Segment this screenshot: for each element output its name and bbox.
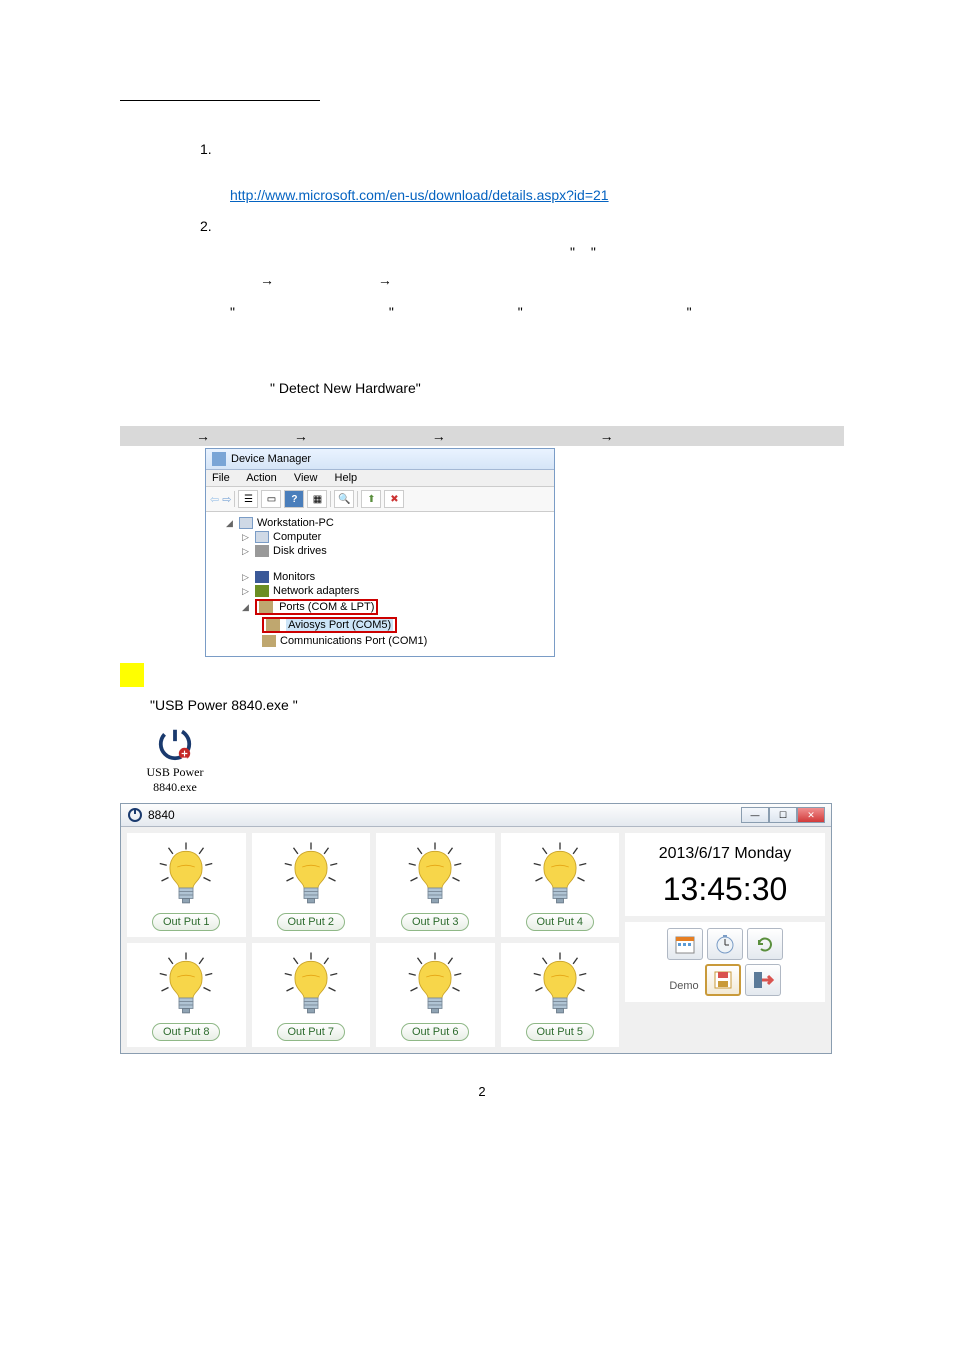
quote-mark: " (518, 304, 523, 320)
app-title-text: 8840 (148, 808, 175, 822)
output-1-button[interactable]: Out Put 1 (152, 913, 220, 931)
tree-communications-port[interactable]: Communications Port (COM1) (214, 634, 546, 648)
output-1: Out Put 1 (127, 833, 246, 937)
bulb-icon (525, 839, 595, 909)
microsoft-download-link[interactable]: http://www.microsoft.com/en-us/download/… (230, 187, 609, 203)
quote-mark: " (389, 304, 394, 320)
output-8-button[interactable]: Out Put 8 (152, 1023, 220, 1041)
disk-icon (255, 545, 269, 557)
output-5-button[interactable]: Out Put 5 (526, 1023, 594, 1041)
output-3: Out Put 3 (376, 833, 495, 937)
tree-disk-drives[interactable]: ▷ Disk drives (214, 544, 546, 558)
bulb-icon (276, 949, 346, 1019)
toolbar-properties-icon[interactable]: ▭ (261, 490, 281, 508)
port-icon (262, 635, 276, 647)
page-number: 2 (120, 1084, 844, 1099)
device-manager-title-text: Device Manager (231, 453, 311, 465)
list-number: 1. (200, 141, 230, 157)
date-display: 2013/6/17 Monday (631, 845, 819, 863)
output-2: Out Put 2 (252, 833, 371, 937)
refresh-button[interactable] (747, 928, 783, 960)
window-maximize-button[interactable]: ☐ (769, 807, 797, 823)
bulb-icon (400, 839, 470, 909)
toolbar-help-icon[interactable]: ? (284, 490, 304, 508)
breadcrumb-path: → → → → (120, 426, 844, 446)
quote-marks: " " (570, 244, 844, 260)
tree-monitors[interactable]: ▷ Monitors (214, 570, 546, 584)
computer-icon (239, 517, 253, 529)
output-7: Out Put 7 (252, 943, 371, 1047)
quote-mark: " (230, 304, 235, 320)
output-4-button[interactable]: Out Put 4 (526, 913, 594, 931)
bulb-icon (525, 949, 595, 1019)
bulb-icon (276, 839, 346, 909)
quote-mark: " (687, 304, 692, 320)
app-8840-window: 8840 — ☐ ✕ Out Put 1 (120, 803, 832, 1054)
output-6-button[interactable]: Out Put 6 (401, 1023, 469, 1041)
toolbar-update-icon[interactable]: ⬆ (361, 490, 381, 508)
toolbar-scan-icon[interactable]: ▦ (307, 490, 327, 508)
tree-aviosys-port[interactable]: Aviosys Port (COM5) (214, 616, 546, 634)
tree-computer[interactable]: ▷ Computer (214, 530, 546, 544)
port-icon (266, 619, 280, 631)
window-minimize-button[interactable]: — (741, 807, 769, 823)
save-button[interactable] (705, 964, 741, 996)
menu-help[interactable]: Help (335, 472, 358, 484)
exe-icon-label: USB Power 8840.exe (135, 765, 215, 795)
device-manager-window: Device Manager File Action View Help ⇦ ⇨… (205, 448, 555, 657)
time-display: 13:45:30 (631, 871, 819, 908)
output-5: Out Put 5 (501, 943, 620, 1047)
tree-root[interactable]: ◢ Workstation-PC (214, 516, 546, 530)
calendar-button[interactable] (667, 928, 703, 960)
window-close-button[interactable]: ✕ (797, 807, 825, 823)
output-2-button[interactable]: Out Put 2 (277, 913, 345, 931)
output-8: Out Put 8 (127, 943, 246, 1047)
output-4: Out Put 4 (501, 833, 620, 937)
output-6: Out Put 6 (376, 943, 495, 1047)
toolbar-forward-icon[interactable]: ⇨ (222, 493, 231, 506)
bulb-icon (400, 949, 470, 1019)
tree-network-adapters[interactable]: ▷ Network adapters (214, 584, 546, 598)
timer-button[interactable] (707, 928, 743, 960)
output-7-button[interactable]: Out Put 7 (277, 1023, 345, 1041)
app-icon (127, 807, 143, 823)
device-manager-titlebar: Device Manager (206, 449, 554, 470)
menu-file[interactable]: File (212, 472, 230, 484)
bulb-icon (151, 949, 221, 1019)
arrow-icon: → (260, 272, 274, 288)
toolbar-back-icon[interactable]: ⇦ (210, 493, 219, 506)
detect-new-hardware-text: " Detect New Hardware" (270, 380, 844, 396)
monitor-icon (255, 571, 269, 583)
demo-label: Demo (669, 980, 698, 996)
menu-action[interactable]: Action (246, 472, 277, 484)
toolbar-tree-icon[interactable]: ☰ (238, 490, 258, 508)
exe-file-label: "USB Power 8840.exe " (150, 697, 844, 713)
app-titlebar: 8840 — ☐ ✕ (121, 804, 831, 827)
output-3-button[interactable]: Out Put 3 (401, 913, 469, 931)
bulb-icon (151, 839, 221, 909)
exit-button[interactable] (745, 964, 781, 996)
computer-icon (255, 531, 269, 543)
usb-power-exe-icon[interactable]: USB Power 8840.exe (135, 725, 215, 795)
device-manager-menubar[interactable]: File Action View Help (206, 470, 554, 487)
tree-ports[interactable]: ◢ Ports (COM & LPT) (214, 598, 546, 616)
toolbar-refresh-icon[interactable]: 🔍 (334, 490, 354, 508)
network-icon (255, 585, 269, 597)
device-tree: ◢ Workstation-PC ▷ Computer ▷ Disk drive… (206, 512, 554, 656)
control-panel: Demo (625, 922, 825, 1002)
device-manager-toolbar: ⇦ ⇨ ☰ ▭ ? ▦ 🔍 ⬆ ✖ (206, 487, 554, 512)
list-number: 2. (200, 218, 230, 234)
yellow-highlight-box (120, 663, 144, 687)
menu-view[interactable]: View (294, 472, 318, 484)
toolbar-uninstall-icon[interactable]: ✖ (384, 490, 404, 508)
port-icon (259, 601, 273, 613)
arrow-icon: → (378, 272, 392, 288)
device-manager-icon (212, 452, 226, 466)
clock-panel: 2013/6/17 Monday 13:45:30 (625, 833, 825, 916)
